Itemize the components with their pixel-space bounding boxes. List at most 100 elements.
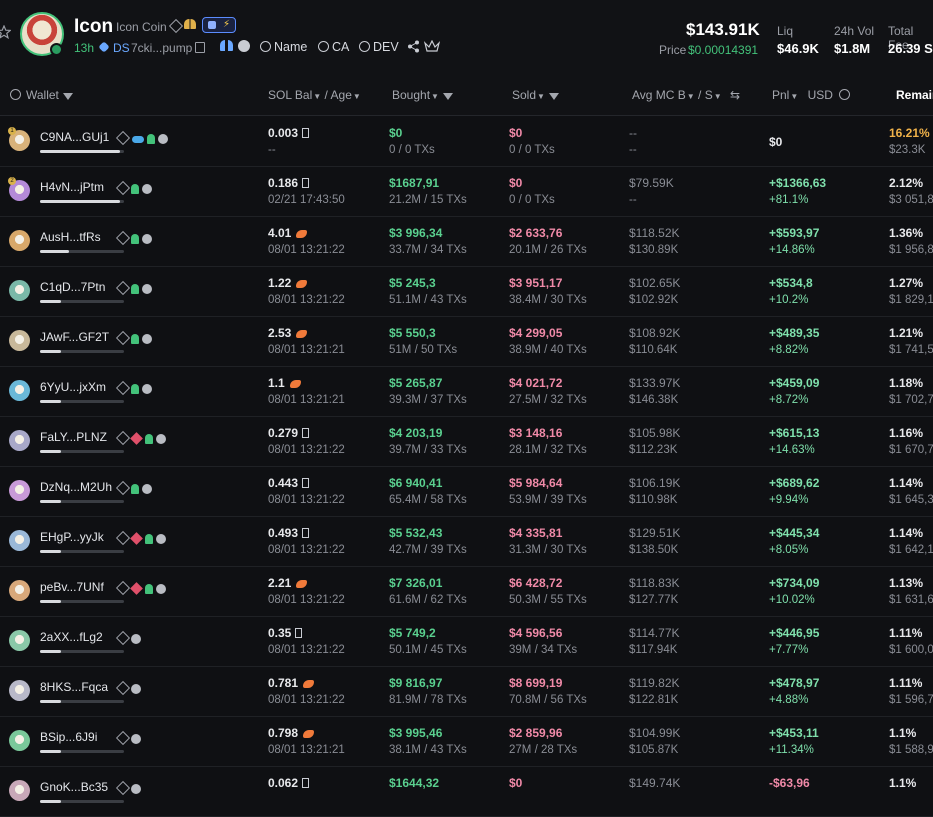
usd-toggle[interactable]: USD [808, 88, 833, 102]
settings-icon[interactable] [10, 89, 21, 100]
table-row[interactable]: AusH...tfRs 4.01 08/01 13:21:22 $3 996,34 33… [0, 216, 933, 267]
avg-mc-buy: $119.82K [629, 676, 680, 690]
remaining-value: $1 631,6 [889, 594, 933, 606]
filter-icon[interactable] [442, 93, 453, 100]
sol-icon [302, 178, 310, 188]
wallet-column-header[interactable]: Wallet [10, 88, 73, 102]
edit-icon[interactable] [115, 730, 130, 746]
pnl-percent: +14.63% [769, 444, 815, 456]
remaining-percent: 1.14% [889, 526, 924, 540]
wallet-address[interactable]: H4vN...jPtm [40, 180, 104, 194]
pnl-value: $0 [769, 135, 783, 149]
table-row[interactable]: EHgP...yyJk 0.493 08/01 13:21:22 $5 532,43 4… [0, 516, 933, 567]
remaining-column-header[interactable]: Remain [896, 88, 933, 102]
wallet-address[interactable]: C1qD...7Ptn [40, 280, 105, 294]
remaining-value: $1 596,7 [889, 694, 933, 706]
sold-amount: $8 699,19 [509, 676, 563, 690]
table-row[interactable]: FaLY...PLNZ 0.279 08/01 13:21:22 $4 203,19 3… [0, 416, 933, 467]
currency-icon[interactable] [839, 89, 851, 100]
remaining-percent: 1.11% [889, 626, 923, 640]
table-row[interactable]: 2 H4vN...jPtm 0.186 02/21 17:43:50 $1687,91 2… [0, 166, 933, 217]
edit-icon[interactable] [115, 530, 130, 546]
wallet-address[interactable]: 6YyU...jxXm [40, 380, 106, 394]
wallet-holding-bar [40, 450, 124, 453]
table-row[interactable]: JAwF...GF2T 2.53 08/01 13:21:21 $5 550,3 51M… [0, 316, 933, 367]
search-name-link[interactable]: Name [260, 40, 307, 54]
table-row[interactable]: GnoK...Bc35 0.062 $1644,32 $0 $149.74K -$63,9… [0, 766, 933, 817]
edit-icon[interactable] [115, 580, 130, 596]
table-row[interactable]: 2aXX...fLg2 0.35 08/01 13:21:22 $5 749,2 50.… [0, 616, 933, 667]
wallet-address[interactable]: 2aXX...fLg2 [40, 630, 103, 644]
edit-icon[interactable] [115, 430, 130, 446]
avg-mc-sell: $112.23K [629, 444, 678, 456]
sold-detail: 50.3M / 55 TXs [509, 594, 587, 606]
sol-bal-column-header[interactable]: SOL Bal▼ / Age▼ [268, 88, 361, 102]
edit-icon[interactable] [115, 380, 130, 396]
wallet-address[interactable]: GnoK...Bc35 [40, 780, 108, 794]
wallet-avatar [9, 580, 30, 601]
bought-amount: $3 995,46 [389, 726, 443, 740]
stack-icon [129, 432, 143, 445]
pnl-value: +$734,09 [769, 576, 820, 590]
edit-icon[interactable] [115, 480, 130, 496]
bought-detail: 65.4M / 58 TXs [389, 494, 467, 506]
table-row[interactable]: 1 C9NA...GUj1 0.003 -- $0 0 / 0 TXs $0 0 / 0 TX… [0, 116, 933, 167]
wallet-address[interactable]: DzNq...M2Uh [40, 480, 112, 494]
filter-icon[interactable] [548, 93, 559, 100]
avg-mc-buy: $133.97K [629, 376, 681, 390]
edit-icon[interactable] [115, 330, 130, 346]
search-ca-link[interactable]: CA [318, 40, 349, 54]
table-row[interactable]: peBv...7UNf 2.21 08/01 13:21:22 $7 326,01 61… [0, 566, 933, 617]
table-row[interactable]: 8HKS...Fqca 0.781 08/01 13:21:22 $9 816,97 8… [0, 666, 933, 717]
edit-icon[interactable] [115, 180, 130, 196]
edit-icon[interactable] [115, 630, 130, 646]
wallet-address[interactable]: C9NA...GUj1 [40, 130, 109, 144]
pnl-percent: +10.02% [769, 594, 815, 606]
share-icon[interactable] [407, 40, 420, 53]
bought-detail: 39.3M / 37 TXs [389, 394, 467, 406]
bought-detail: 39.7M / 33 TXs [389, 444, 467, 456]
edit-icon[interactable] [115, 680, 130, 696]
edit-icon[interactable] [115, 280, 130, 296]
wallet-address[interactable]: AusH...tfRs [40, 230, 101, 244]
edit-icon[interactable] [115, 230, 130, 246]
wallet-address[interactable]: JAwF...GF2T [40, 330, 109, 344]
people-icon-2[interactable] [220, 40, 233, 51]
avg-mc-column-header[interactable]: Avg MC B▼ / S▼ ⇆ [632, 88, 740, 102]
copy-icon[interactable] [195, 42, 205, 53]
table-row[interactable]: 6YyU...jxXm 1.1 08/01 13:21:21 $5 265,87 39.… [0, 366, 933, 417]
social-badge[interactable]: ⚡ [202, 17, 236, 33]
table-row[interactable]: C1qD...7Ptn 1.22 08/01 13:21:22 $5 245,3 51.… [0, 266, 933, 317]
pump-badge-icon [50, 43, 63, 56]
star-icon[interactable] [0, 25, 11, 39]
edit-icon[interactable] [115, 130, 130, 146]
wallet-address[interactable]: FaLY...PLNZ [40, 430, 107, 444]
bought-amount: $5 749,2 [389, 626, 436, 640]
dexscreener-label[interactable]: DS [113, 41, 130, 55]
dollar-icon [141, 384, 152, 394]
bought-amount: $5 265,87 [389, 376, 443, 390]
token-header: Icon Icon Coin ⚡ 13h DS 7cki...pump Name… [0, 0, 933, 75]
table-row[interactable]: BSip...6J9i 0.798 08/01 13:21:21 $3 995,46 3… [0, 716, 933, 767]
edit-icon[interactable] [168, 18, 184, 34]
swap-icon[interactable]: ⇆ [730, 88, 740, 102]
wallet-address[interactable]: EHgP...yyJk [40, 530, 104, 544]
bought-column-header[interactable]: Bought▼ [392, 88, 453, 102]
crown-icon[interactable] [424, 40, 440, 53]
table-row[interactable]: DzNq...M2Uh 0.443 08/01 13:21:22 $6 940,41 6… [0, 466, 933, 517]
bought-amount: $5 550,3 [389, 326, 436, 340]
edit-icon[interactable] [115, 780, 130, 796]
sold-column-header[interactable]: Sold▼ [512, 88, 559, 102]
wallet-avatar [9, 280, 30, 301]
filter-icon[interactable] [62, 93, 73, 100]
wallet-address[interactable]: 8HKS...Fqca [40, 680, 108, 694]
pnl-column-header[interactable]: Pnl▼ USD [772, 88, 851, 102]
sol-icon [302, 128, 310, 138]
sold-amount: $3 148,16 [509, 426, 563, 440]
search-dev-link[interactable]: DEV [359, 40, 399, 54]
dollar-icon [157, 134, 168, 144]
people-icon[interactable] [184, 19, 196, 29]
wallet-address[interactable]: BSip...6J9i [40, 730, 97, 744]
dollar-icon[interactable] [238, 40, 250, 52]
wallet-address[interactable]: peBv...7UNf [40, 580, 104, 594]
